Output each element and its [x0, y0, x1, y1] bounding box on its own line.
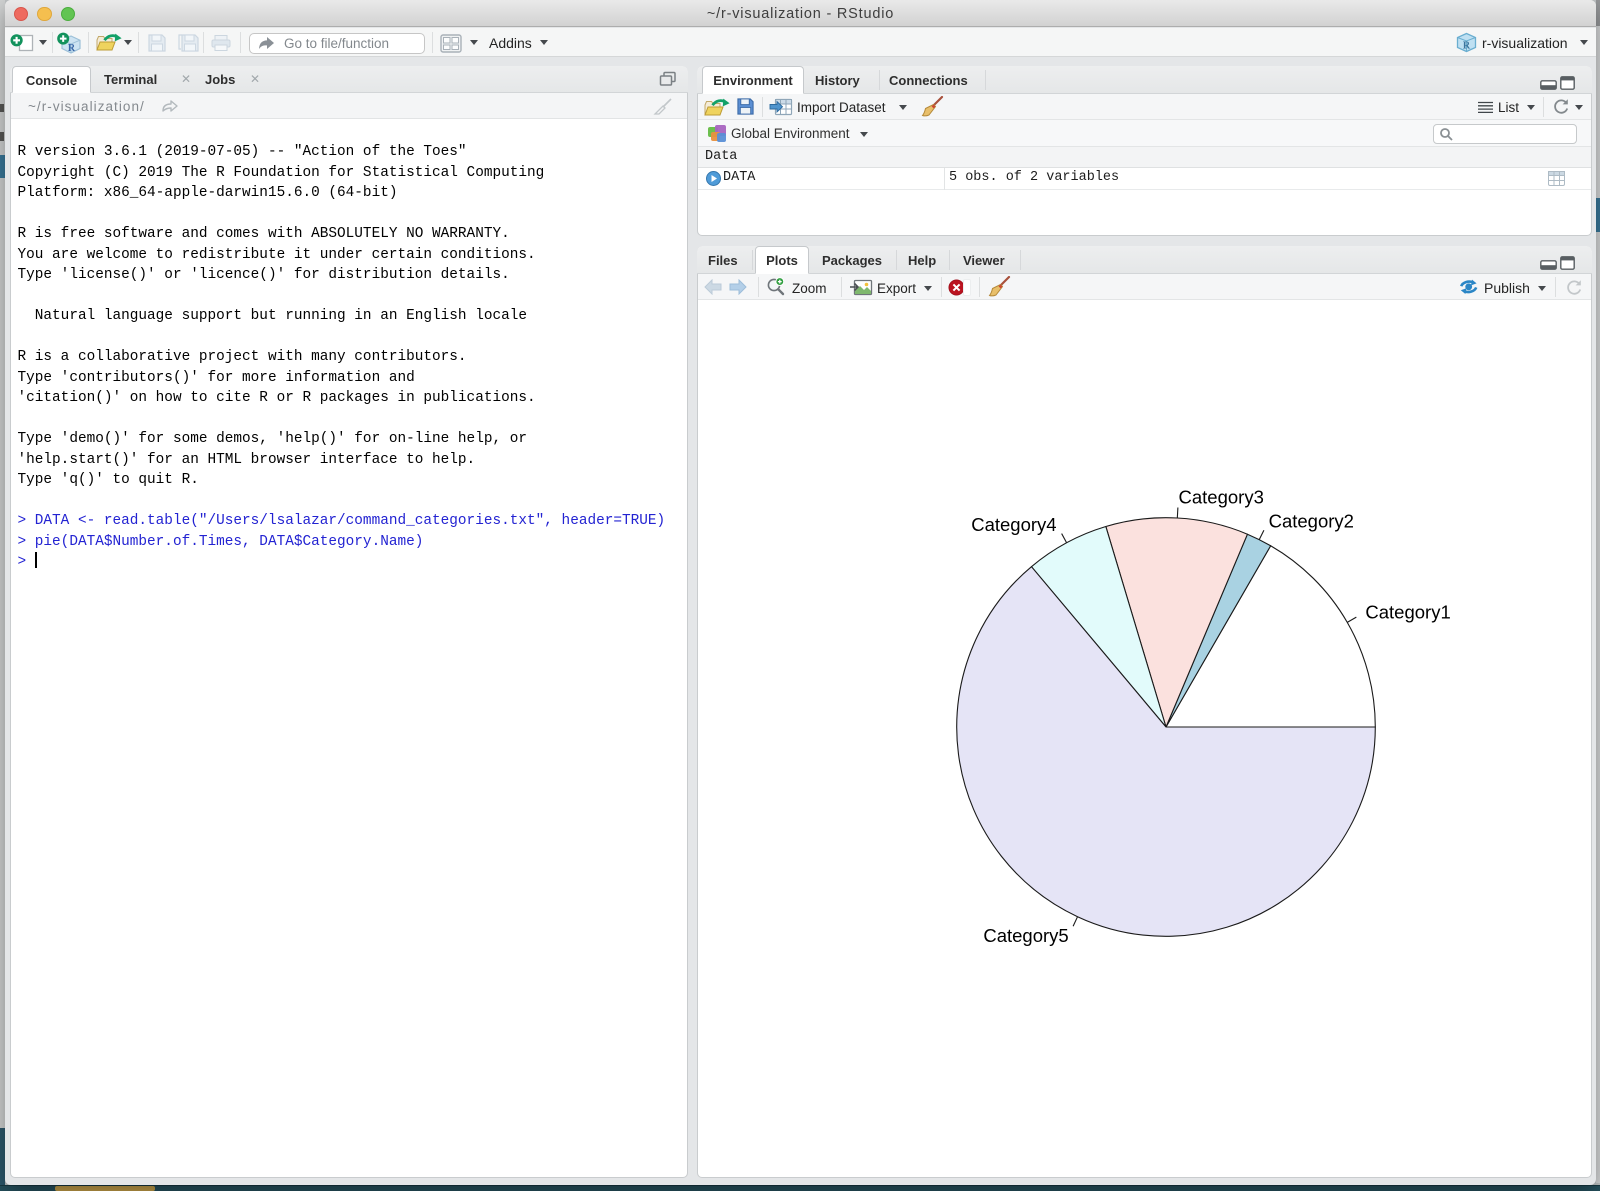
- svg-text:Category2: Category2: [1269, 510, 1354, 531]
- svg-text:R: R: [1463, 41, 1471, 52]
- svg-text:Category5: Category5: [983, 925, 1068, 946]
- svg-text:R: R: [68, 43, 76, 54]
- svg-text:Category1: Category1: [1365, 601, 1450, 622]
- svg-text:Category3: Category3: [1179, 487, 1264, 508]
- svg-text:Category4: Category4: [971, 514, 1056, 535]
